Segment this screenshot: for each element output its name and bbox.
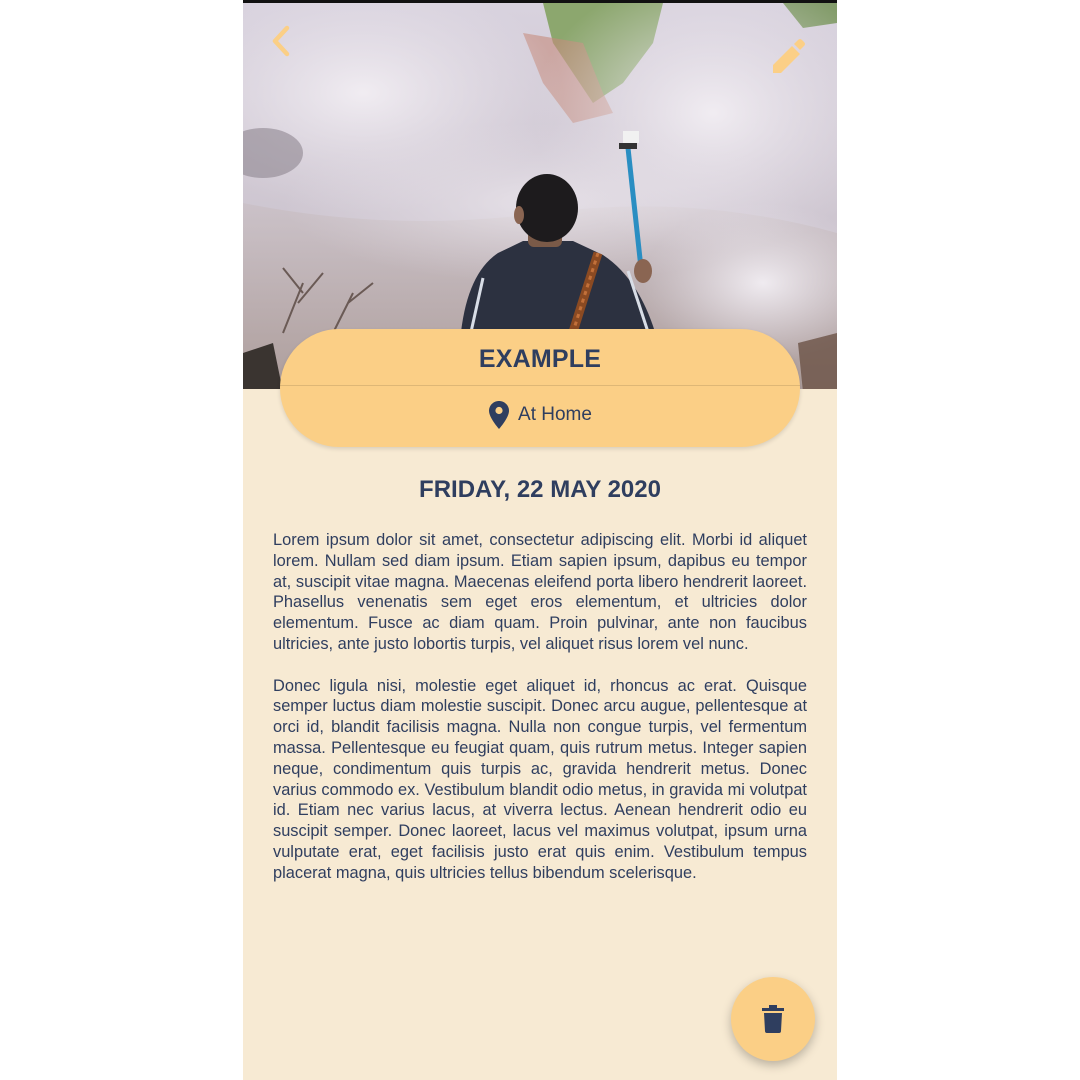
entry-paragraph: Lorem ipsum dolor sit amet, consectetur … (273, 531, 807, 653)
chevron-left-icon (272, 25, 290, 57)
location-row: At Home (280, 386, 800, 444)
entry-paragraph: Donec ligula nisi, molestie eget aliquet… (273, 676, 807, 882)
trash-icon (762, 1005, 784, 1033)
entry-title: EXAMPLE (478, 345, 602, 373)
location-label: At Home (518, 404, 592, 425)
delete-button[interactable] (731, 977, 815, 1061)
entry-date: FRIDAY, 22 MAY 2020 (419, 476, 661, 503)
entry-screen: EXAMPLE At Home FRIDAY, 22 MAY 2020 Lore… (243, 0, 837, 1080)
back-button[interactable] (261, 21, 301, 61)
pencil-icon (773, 39, 805, 73)
map-pin-icon (489, 401, 510, 429)
edit-button[interactable] (763, 31, 811, 79)
entry-body: Lorem ipsum dolor sit amet, consectetur … (273, 530, 807, 904)
entry-header-card: EXAMPLE At Home (280, 329, 800, 447)
